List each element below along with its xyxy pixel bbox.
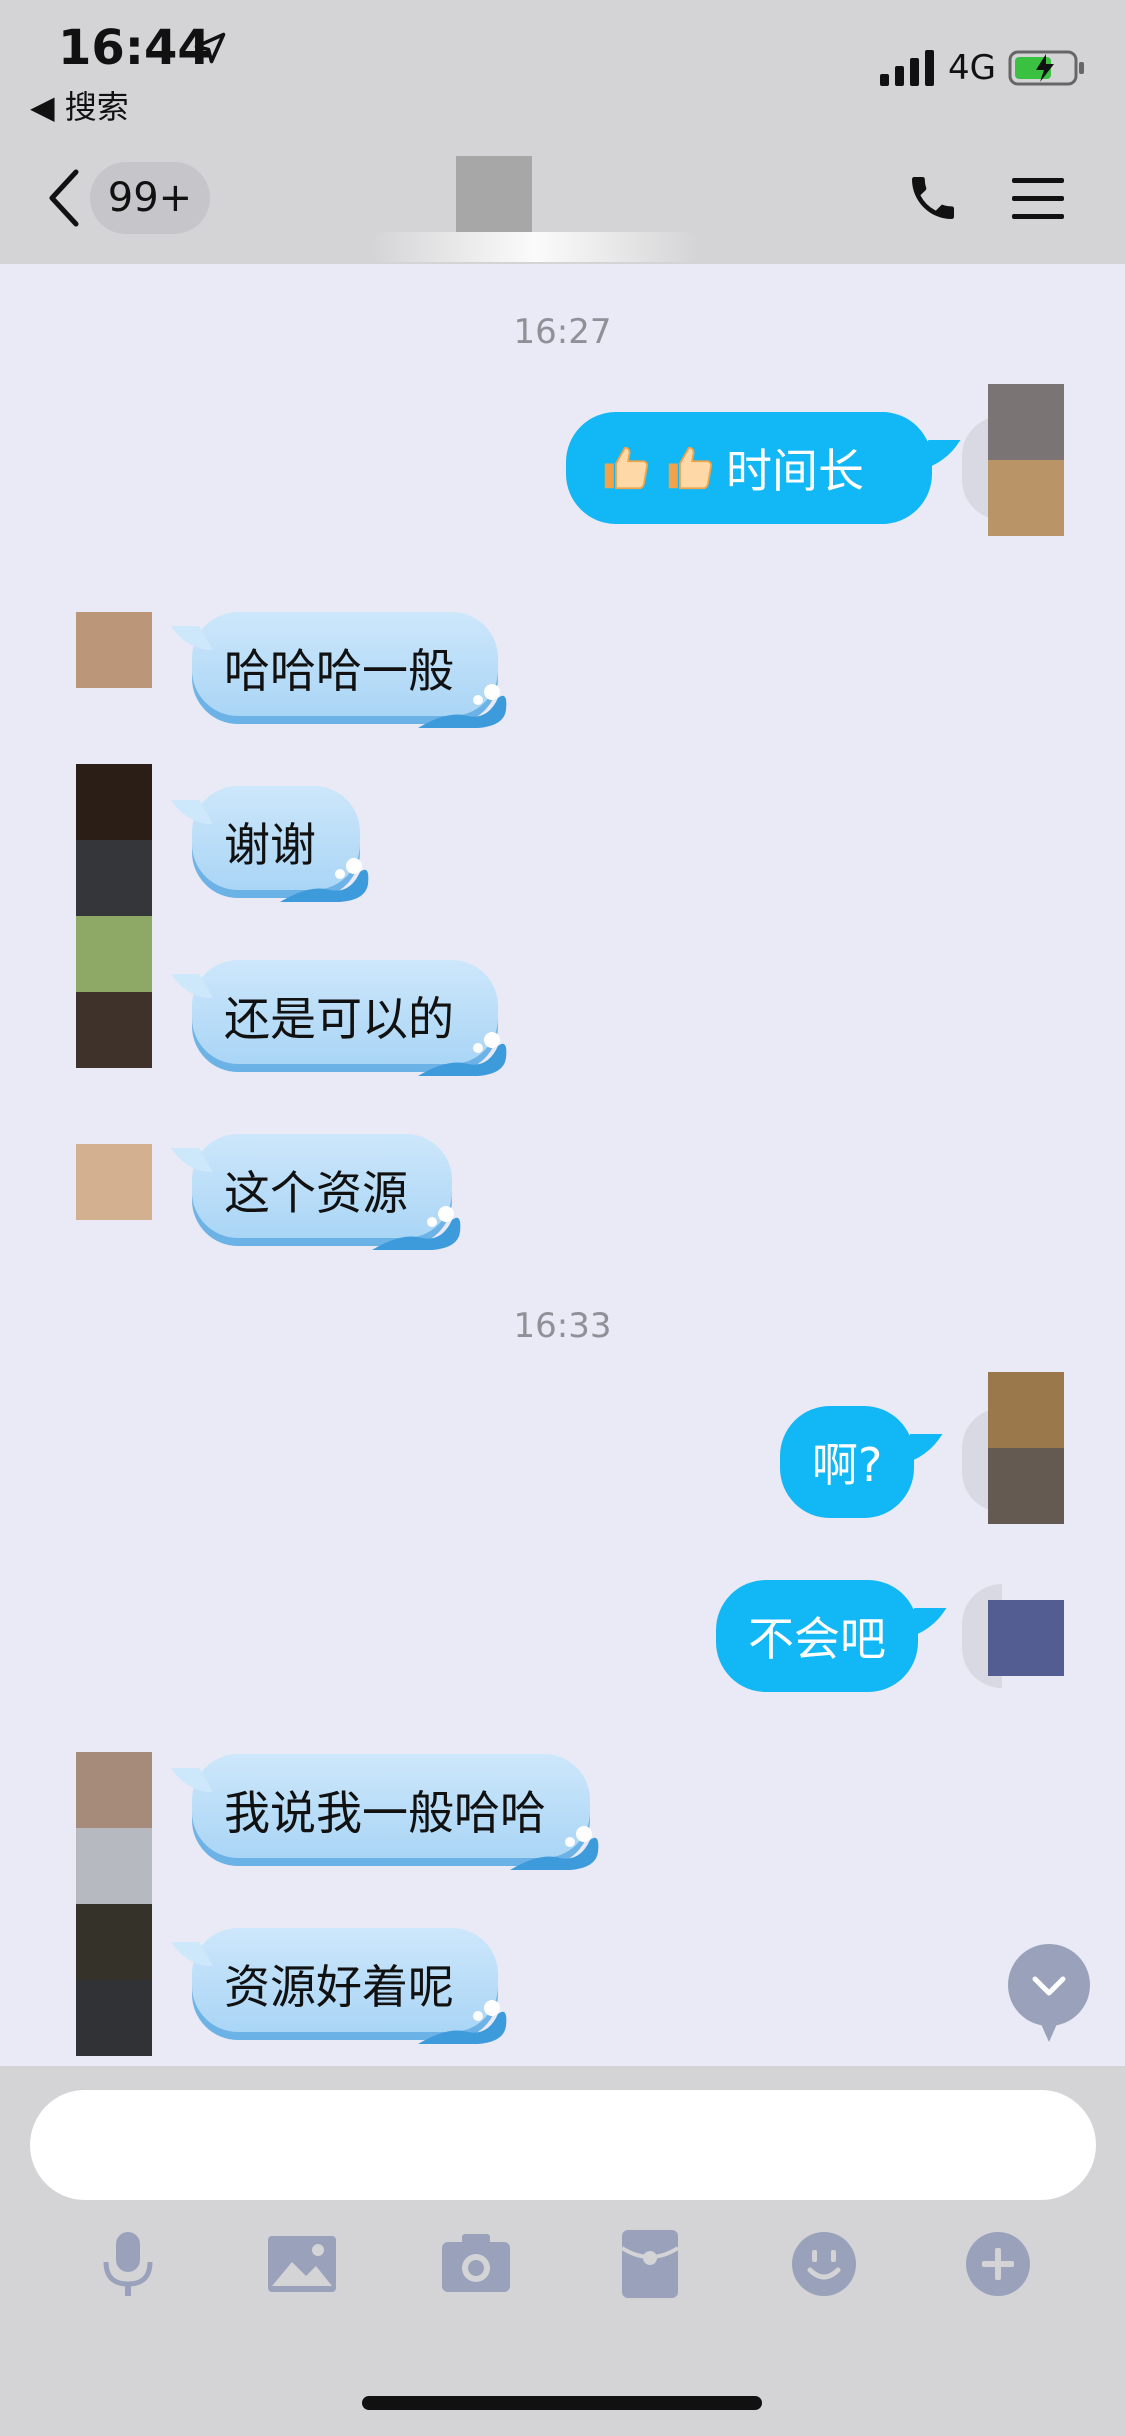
emoji-icon[interactable] (786, 2226, 862, 2302)
contact-avatar-small[interactable] (76, 764, 152, 916)
status-time: 16:44 (58, 20, 211, 76)
phone-icon[interactable] (905, 170, 961, 226)
back-to-search[interactable]: ◀ 搜索 (30, 82, 129, 128)
message-bubble-incoming[interactable]: 哈哈哈一般 (192, 612, 507, 728)
thumbs-up-emoji-icon (604, 446, 649, 490)
unread-badge[interactable]: 99+ (90, 162, 210, 234)
message-text: 我说我一般哈哈 (224, 1786, 546, 1840)
message-bubble-outgoing[interactable]: 时间长 (566, 412, 932, 524)
contact-avatar-small[interactable] (76, 1144, 152, 1220)
signal-icon (880, 50, 934, 86)
contact-name-redacted (370, 232, 700, 262)
wave-decoration-icon (280, 858, 369, 902)
message-text: 不会吧 (748, 1612, 886, 1666)
my-avatar[interactable] (988, 1372, 1064, 1524)
wave-decoration-icon (418, 1032, 507, 1076)
input-bar (0, 2066, 1125, 2436)
home-indicator[interactable] (362, 2396, 762, 2410)
red-packet-icon[interactable] (612, 2226, 688, 2302)
back-chevron-icon[interactable] (44, 168, 84, 228)
top-bar: 16:44 ◀ 搜索 4G 99+ (0, 0, 1125, 264)
contact-avatar-small[interactable] (76, 916, 152, 1068)
wave-decoration-icon (372, 1206, 461, 1250)
message-bubble-incoming[interactable]: 谢谢 (192, 786, 369, 902)
message-input[interactable] (30, 2090, 1096, 2200)
battery-icon (1008, 50, 1084, 86)
contact-avatar-small[interactable] (76, 1752, 152, 1904)
wave-decoration-icon (418, 2000, 507, 2044)
microphone-icon[interactable] (90, 2226, 166, 2302)
contact-avatar-small[interactable] (76, 612, 152, 688)
message-bubble-outgoing[interactable]: 不会吧 (716, 1580, 918, 1692)
my-avatar[interactable] (988, 1600, 1064, 1676)
wave-decoration-icon (418, 684, 507, 728)
wave-decoration-icon (510, 1826, 599, 1870)
plus-icon[interactable] (960, 2226, 1036, 2302)
message-bubble-incoming[interactable]: 资源好着呢 (192, 1928, 507, 2044)
timestamp: 16:33 (513, 1306, 612, 1346)
menu-icon[interactable] (1010, 174, 1066, 224)
chevron-down-icon (1032, 1976, 1066, 1996)
message-bubble-incoming[interactable]: 我说我一般哈哈 (192, 1754, 599, 1870)
thumbs-up-emoji-icon (668, 446, 713, 490)
scroll-to-bottom-button[interactable] (1008, 1944, 1090, 2042)
contact-avatar-small[interactable] (76, 1904, 152, 2056)
location-arrow-icon (194, 32, 226, 64)
message-bubble-incoming[interactable]: 这个资源 (192, 1134, 461, 1250)
contact-avatar (456, 156, 532, 232)
message-bubble-outgoing[interactable]: 啊? (780, 1406, 915, 1518)
camera-icon[interactable] (438, 2226, 514, 2302)
timestamp: 16:27 (513, 312, 612, 352)
my-avatar[interactable] (988, 384, 1064, 536)
message-text: 啊? (812, 1438, 883, 1492)
network-type: 4G (948, 48, 996, 88)
image-icon[interactable] (264, 2226, 340, 2302)
message-text: 时间长 (726, 444, 864, 498)
message-bubble-incoming[interactable]: 还是可以的 (192, 960, 507, 1076)
